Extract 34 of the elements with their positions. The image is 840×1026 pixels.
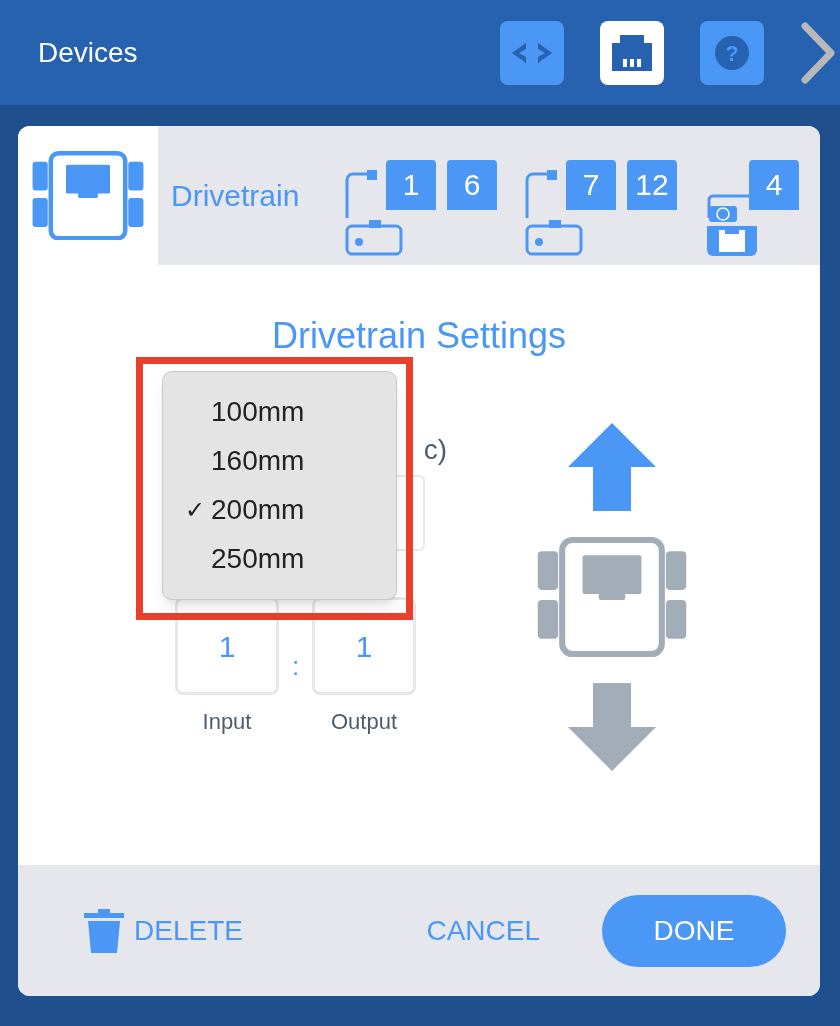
up-arrow-icon[interactable] bbox=[568, 423, 656, 511]
dropdown-option[interactable]: 200mm bbox=[211, 488, 305, 531]
check-mark: ✓ bbox=[185, 494, 205, 525]
cancel-button[interactable]: CANCEL bbox=[426, 909, 540, 952]
dropdown-option[interactable]: 160mm bbox=[211, 440, 305, 483]
output-label: Output bbox=[330, 708, 397, 736]
done-button[interactable]: DONE bbox=[602, 894, 786, 967]
port-badge: 7 bbox=[566, 159, 616, 210]
drivetrain-tab[interactable] bbox=[18, 126, 158, 265]
chevron-right-icon[interactable] bbox=[800, 20, 836, 85]
header-button[interactable] bbox=[600, 20, 664, 85]
header-title: Devices bbox=[38, 35, 138, 70]
dropdown-option[interactable]: 100mm bbox=[211, 391, 305, 434]
help-icon: ? bbox=[714, 34, 750, 71]
port-badge: 6 bbox=[447, 159, 497, 210]
port-badge: 4 bbox=[749, 159, 799, 210]
ratio-separator: : bbox=[290, 650, 301, 683]
port-badge: 1 bbox=[386, 159, 436, 210]
down-arrow-icon[interactable] bbox=[568, 683, 656, 771]
port-badge: 12 bbox=[627, 159, 677, 210]
field-label: c) bbox=[423, 433, 447, 467]
port-icon bbox=[612, 34, 652, 71]
code-icon bbox=[512, 40, 552, 65]
header-button[interactable]: ? bbox=[700, 20, 764, 85]
delete-button[interactable]: DELETE bbox=[84, 908, 243, 953]
settings-title: Drivetrain Settings bbox=[271, 314, 567, 358]
robot-icon bbox=[537, 537, 687, 657]
dropdown-option[interactable]: 250mm bbox=[211, 537, 305, 580]
motor-icon bbox=[525, 169, 583, 256]
input-label: Input bbox=[202, 708, 252, 736]
robot-icon bbox=[32, 150, 144, 241]
device-name: Drivetrain bbox=[171, 178, 300, 214]
motor-icon bbox=[345, 169, 403, 256]
trash-icon bbox=[84, 908, 124, 953]
